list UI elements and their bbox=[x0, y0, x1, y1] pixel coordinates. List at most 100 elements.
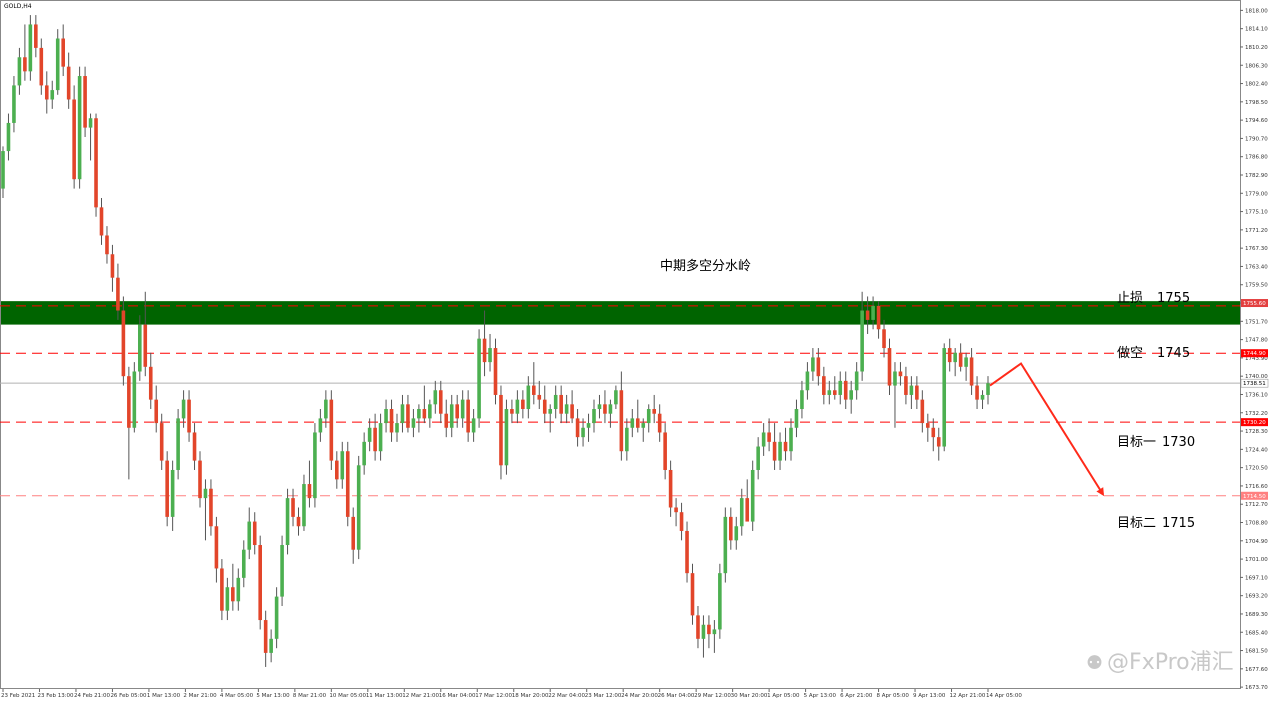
candle-body bbox=[132, 371, 137, 428]
x-tick-label: 24 Feb 21:00 bbox=[74, 693, 111, 699]
candle-body bbox=[192, 432, 197, 461]
candle-body bbox=[794, 409, 799, 428]
candle-body bbox=[663, 432, 667, 470]
candle-body bbox=[898, 371, 903, 377]
candle-body bbox=[324, 399, 328, 419]
x-tick-label: 16 Mar 04:00 bbox=[439, 693, 476, 699]
candle-body bbox=[50, 90, 55, 100]
candle-body bbox=[236, 577, 241, 602]
x-tick-label: 8 Apr 05:00 bbox=[877, 693, 910, 699]
candle-body bbox=[499, 394, 503, 466]
candle-body bbox=[947, 348, 952, 363]
y-tick-label: 1779.00 bbox=[1245, 191, 1268, 197]
candle-body bbox=[564, 404, 569, 414]
x-tick-label: 4 Mar 05:00 bbox=[220, 693, 254, 699]
candle-body bbox=[94, 118, 98, 208]
candle-body bbox=[614, 390, 618, 405]
candle-body bbox=[66, 66, 71, 100]
candle-body bbox=[526, 385, 531, 410]
candle-body bbox=[865, 310, 870, 320]
candle-body bbox=[893, 371, 897, 386]
y-tick-label: 1767.30 bbox=[1245, 246, 1268, 252]
candle-body bbox=[488, 348, 492, 363]
candle-body bbox=[811, 357, 815, 372]
candle-body bbox=[406, 404, 410, 428]
candle-body bbox=[838, 380, 843, 395]
candle-body bbox=[668, 469, 673, 508]
y-tick-label: 1786.80 bbox=[1245, 155, 1268, 161]
candle-body bbox=[832, 390, 837, 395]
candle-body bbox=[586, 423, 591, 428]
candle-body bbox=[822, 376, 826, 395]
level-stop-annotation: 止损 1755 bbox=[1117, 287, 1190, 306]
candle-body bbox=[701, 624, 706, 639]
candle-body bbox=[646, 409, 651, 424]
x-tick-label: 5 Mar 13:00 bbox=[256, 693, 290, 699]
candle-body bbox=[707, 624, 711, 635]
candle-body bbox=[690, 573, 695, 616]
candle-body bbox=[356, 465, 361, 550]
candle-body bbox=[696, 615, 700, 639]
x-tick-label: 17 Mar 12:00 bbox=[475, 693, 512, 699]
candle-body bbox=[362, 441, 366, 466]
candle-body bbox=[767, 432, 771, 442]
candle-body bbox=[597, 404, 602, 410]
candle-body bbox=[652, 409, 656, 414]
candle-body bbox=[931, 427, 936, 438]
level-target1-value: 1730 bbox=[1162, 435, 1196, 450]
candle-body bbox=[340, 451, 345, 480]
candle-body bbox=[548, 409, 553, 414]
candle-body bbox=[143, 324, 148, 367]
y-tick-label: 1751.70 bbox=[1245, 319, 1268, 325]
candle-body bbox=[482, 338, 487, 363]
y-tick-label: 1747.80 bbox=[1245, 338, 1268, 344]
candle-body bbox=[729, 516, 733, 541]
candle-body bbox=[756, 446, 760, 470]
candle-body bbox=[942, 348, 947, 447]
candle-body bbox=[148, 366, 153, 400]
candle-body bbox=[302, 484, 306, 527]
candle-body bbox=[455, 404, 459, 419]
candle-body bbox=[225, 587, 230, 611]
x-tick-label: 26 Feb 05:00 bbox=[110, 693, 147, 699]
y-tick-label: 1712.70 bbox=[1245, 502, 1268, 508]
candle-body bbox=[351, 516, 356, 550]
candle-body bbox=[77, 76, 82, 180]
candle-body bbox=[761, 432, 766, 447]
price-tag-zone: 1755.60 bbox=[1243, 301, 1266, 307]
candle-body bbox=[83, 76, 87, 128]
candle-body bbox=[641, 423, 646, 428]
candle-body bbox=[674, 507, 678, 513]
candle-body bbox=[433, 390, 438, 405]
candle-body bbox=[231, 587, 235, 602]
candle-body bbox=[510, 409, 514, 414]
candle-body bbox=[252, 521, 257, 546]
candle-body bbox=[887, 348, 892, 386]
y-tick-label: 1775.10 bbox=[1245, 210, 1268, 216]
y-tick-label: 1708.80 bbox=[1245, 521, 1268, 527]
candle-body bbox=[214, 526, 219, 569]
candle-body bbox=[849, 390, 853, 400]
candle-body bbox=[800, 390, 804, 410]
candle-body bbox=[975, 385, 979, 400]
candle-body bbox=[99, 207, 104, 236]
level-target2-value: 1715 bbox=[1162, 516, 1196, 531]
watermark: ⚉ @FxPro浦汇 bbox=[1086, 644, 1234, 676]
candle-body bbox=[581, 427, 585, 438]
candle-body bbox=[723, 516, 728, 574]
x-tick-label: 1 Mar 13:00 bbox=[147, 693, 181, 699]
candle-body bbox=[105, 235, 109, 255]
x-tick-label: 23 Feb 2021 bbox=[1, 693, 35, 699]
current-price-tag: 1738.51 bbox=[1243, 381, 1266, 387]
y-tick-label: 1814.10 bbox=[1245, 27, 1268, 33]
level-short-value: 1745 bbox=[1157, 346, 1191, 361]
x-tick-label: 11 Mar 13:00 bbox=[366, 693, 403, 699]
candle-body bbox=[980, 394, 985, 400]
weibo-icon: ⚉ bbox=[1086, 652, 1104, 674]
x-tick-label: 12 Mar 21:00 bbox=[402, 693, 439, 699]
candle-body bbox=[860, 310, 864, 372]
x-tick-label: 18 Mar 20:00 bbox=[512, 693, 549, 699]
x-tick-label: 6 Apr 21:00 bbox=[840, 693, 873, 699]
candle-body bbox=[685, 530, 689, 574]
y-tick-label: 1763.40 bbox=[1245, 264, 1268, 270]
